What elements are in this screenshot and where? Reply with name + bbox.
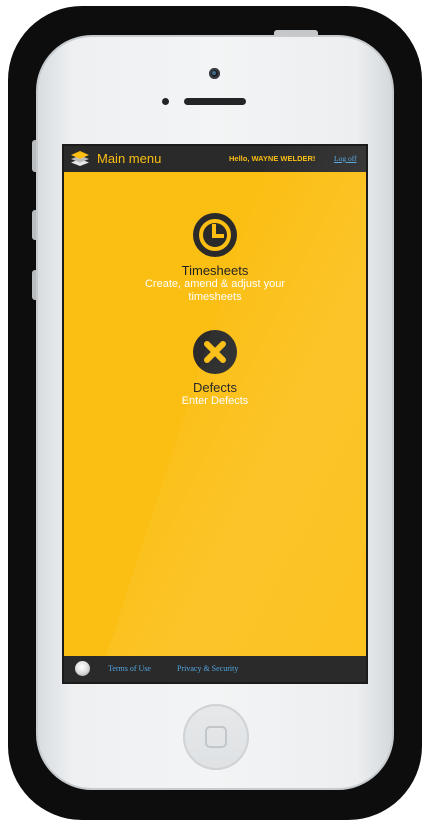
home-button[interactable] bbox=[183, 704, 249, 770]
footer-bar: Terms of Use Privacy & Security bbox=[64, 656, 366, 682]
earpiece-speaker bbox=[184, 98, 246, 105]
proximity-sensor bbox=[162, 98, 169, 105]
clock-icon bbox=[193, 213, 237, 257]
privacy-security-link[interactable]: Privacy & Security bbox=[177, 664, 238, 673]
home-square-icon bbox=[205, 726, 227, 748]
logoff-link[interactable]: Log off bbox=[334, 154, 357, 163]
front-camera bbox=[209, 68, 220, 79]
user-greeting: Hello, WAYNE WELDER! bbox=[229, 154, 316, 163]
terms-of-use-link[interactable]: Terms of Use bbox=[108, 664, 151, 673]
app-screen: Main menu Hello, WAYNE WELDER! Log off T… bbox=[62, 144, 368, 684]
menu-item-defects[interactable]: Defects Enter Defects bbox=[64, 329, 366, 408]
menu-item-timesheets[interactable]: Timesheets Create, amend & adjust your t… bbox=[64, 212, 366, 304]
layers-icon bbox=[71, 151, 89, 166]
page-title: Main menu bbox=[97, 151, 162, 166]
globe-icon bbox=[75, 661, 90, 676]
menu-item-title: Defects bbox=[192, 380, 238, 395]
menu-item-title: Timesheets bbox=[181, 263, 249, 278]
menu-item-description: Create, amend & adjust your timesheets bbox=[144, 278, 286, 303]
menu-item-description: Enter Defects bbox=[181, 395, 249, 407]
close-icon bbox=[193, 330, 237, 374]
top-bar: Main menu Hello, WAYNE WELDER! Log off bbox=[64, 146, 366, 172]
